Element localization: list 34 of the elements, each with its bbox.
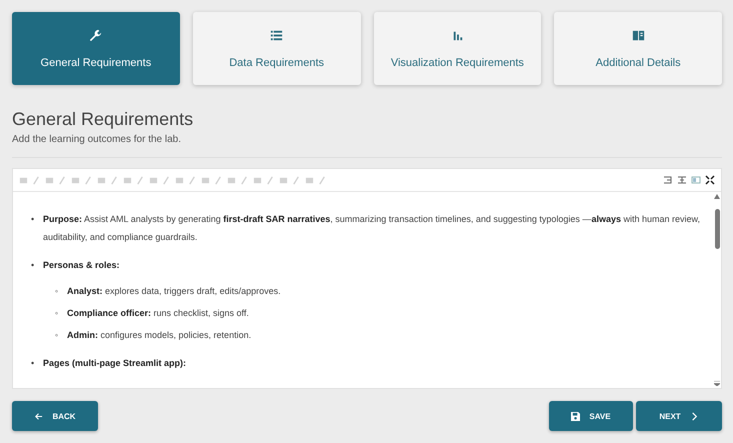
list-text: Pages (multi-page Streamlit app): [43, 357, 186, 370]
list-text: Admin: configures models, policies, retention. [67, 329, 252, 342]
arrow-left-icon [34, 412, 44, 420]
save-button[interactable]: SAVE [549, 401, 633, 431]
fullscreen-icon[interactable] [705, 175, 715, 185]
tab[interactable]: Visualization Requirements [374, 12, 542, 85]
resize-icon[interactable] [714, 381, 720, 386]
chevron-right-icon [690, 412, 699, 420]
scroll-up-icon[interactable] [714, 194, 720, 199]
text-editor[interactable] [12, 168, 722, 389]
list-text: Purpose: Assist AML analysts by generating first-draft SAR narratives, summarizing transaction timelines, and suggesting typologies —always with human review, auditability, and compliance guardrails. [43, 213, 701, 244]
section-subtitle: Add the learning outcomes for the lab. [12, 134, 182, 145]
book-icon [630, 28, 646, 43]
list-text: Personas & roles: [43, 259, 120, 272]
tab[interactable]: Additional Details [554, 12, 722, 85]
list-icon [269, 28, 284, 43]
tab[interactable]: General Requirements [12, 12, 180, 85]
scrollbar[interactable] [714, 209, 720, 249]
section-title: General Requirements [12, 109, 194, 130]
back-button[interactable]: BACK [12, 401, 98, 431]
bullet: • [31, 213, 36, 226]
bullet: • [31, 357, 36, 370]
bullet: • [31, 259, 36, 272]
bullet: ◦ [55, 307, 60, 320]
list-text: Analyst: explores data, triggers draft, edits/approves. [67, 285, 281, 298]
split-icon[interactable] [677, 175, 687, 185]
next-button[interactable]: NEXT [636, 401, 722, 431]
bullet: ◦ [55, 329, 60, 342]
list-text: Compliance officer: runs checklist, signs off. [67, 307, 249, 320]
bullet: ◦ [55, 285, 60, 298]
wrench-icon [88, 28, 104, 43]
tab[interactable]: Data Requirements [192, 12, 360, 85]
indent-icon[interactable] [663, 175, 673, 185]
preview-icon[interactable] [691, 175, 701, 185]
